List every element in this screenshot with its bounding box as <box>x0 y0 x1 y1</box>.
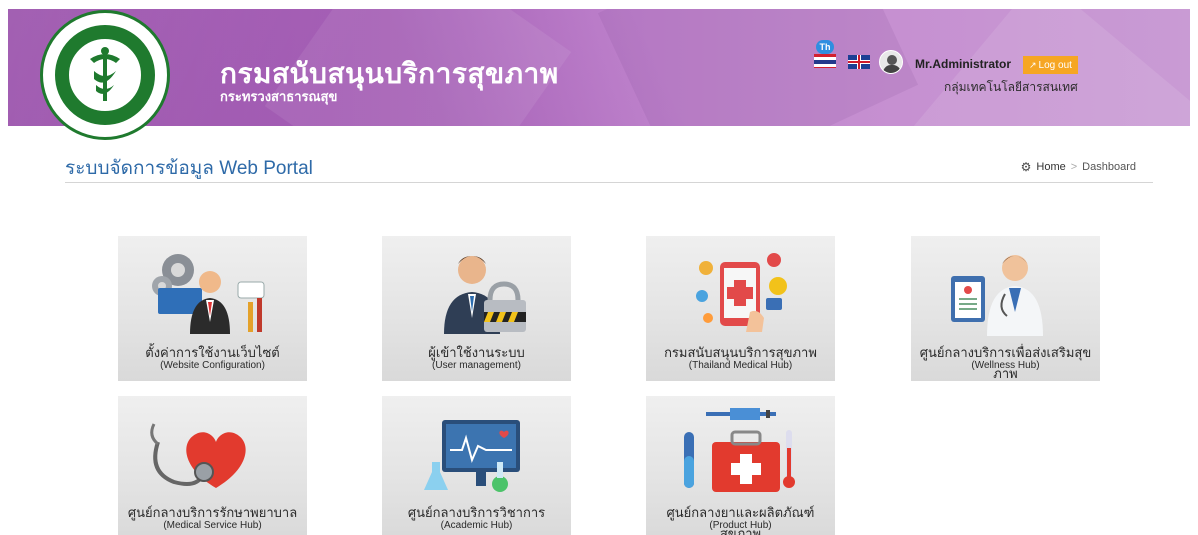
tile-subtitle: (Academic Hub) <box>440 520 513 531</box>
breadcrumb-separator: > <box>1070 161 1078 173</box>
tile-website-configuration[interactable]: ตั้งค่าการใช้งานเว็บไซต์ (Website Config… <box>118 236 307 381</box>
group-name: กลุ่มเทคโนโลยีสารสนเทศ <box>944 80 1078 94</box>
logout-icon: ↗ <box>1029 60 1037 70</box>
logout-label: Log out <box>1038 60 1072 71</box>
heart-stethoscope-icon <box>150 423 246 488</box>
thai-flag-icon[interactable] <box>814 54 836 69</box>
username-label: Mr.Administrator <box>915 57 1012 71</box>
tile-medical-service-hub[interactable]: ศูนย์กลางบริการรักษาพยาบาล (Medical Serv… <box>118 396 307 535</box>
caduceus-icon <box>90 47 120 101</box>
tile-subtitle: (Thailand Medical Hub) <box>688 360 793 371</box>
breadcrumb: ⚙ Home > Dashboard <box>1021 160 1136 174</box>
tile-wellness-hub[interactable]: ศูนย์กลางบริการเพื่อส่งเสริมสุขภาพ (Well… <box>911 236 1100 381</box>
tile-user-management[interactable]: ผู้เข้าใช้งานระบบ (User management) <box>382 236 571 381</box>
user-avatar[interactable] <box>879 50 903 74</box>
tile-subtitle: (Wellness Hub) <box>971 360 1040 371</box>
gears-businessman-icon <box>152 254 265 334</box>
uk-flag-icon[interactable] <box>848 55 870 69</box>
lab-monitor-icon <box>424 420 520 492</box>
site-subtitle: กระทรวงสาธารณสุข <box>220 89 338 104</box>
tile-subtitle: (Product Hub) <box>709 520 772 531</box>
logo-emblem <box>55 25 155 125</box>
medical-app-tablet-icon <box>696 253 787 332</box>
user-lock-icon <box>444 256 526 334</box>
tile-thailand-medical-hub[interactable]: กรมสนับสนุนบริการสุขภาพ (Thailand Medica… <box>646 236 835 381</box>
title-divider <box>65 182 1153 183</box>
firstaid-kit-icon <box>684 408 795 492</box>
ministry-logo[interactable] <box>40 10 170 140</box>
lang-th-badge: Th <box>816 40 834 54</box>
header-banner <box>8 9 1190 126</box>
doctor-clipboard-icon <box>951 255 1043 336</box>
breadcrumb-home[interactable]: Home <box>1036 161 1065 173</box>
tile-product-hub[interactable]: ศูนย์กลางยาและผลิตภัณฑ์สุขภาพ (Product H… <box>646 396 835 535</box>
tile-subtitle: (User management) <box>432 360 521 371</box>
dashboard-icon: ⚙ <box>1020 160 1032 174</box>
tile-subtitle: (Medical Service Hub) <box>163 520 262 531</box>
breadcrumb-current: Dashboard <box>1082 161 1136 173</box>
logout-button[interactable]: ↗ Log out <box>1023 56 1078 74</box>
dashboard-page: กรมสนับสนุนบริการสุขภาพ กระทรวงสาธารณสุข… <box>0 0 1198 535</box>
tile-academic-hub[interactable]: ศูนย์กลางบริการวิชาการ (Academic Hub) <box>382 396 571 535</box>
page-title: ระบบจัดการข้อมูล Web Portal <box>65 158 313 179</box>
tile-subtitle: (Website Configuration) <box>160 360 265 371</box>
